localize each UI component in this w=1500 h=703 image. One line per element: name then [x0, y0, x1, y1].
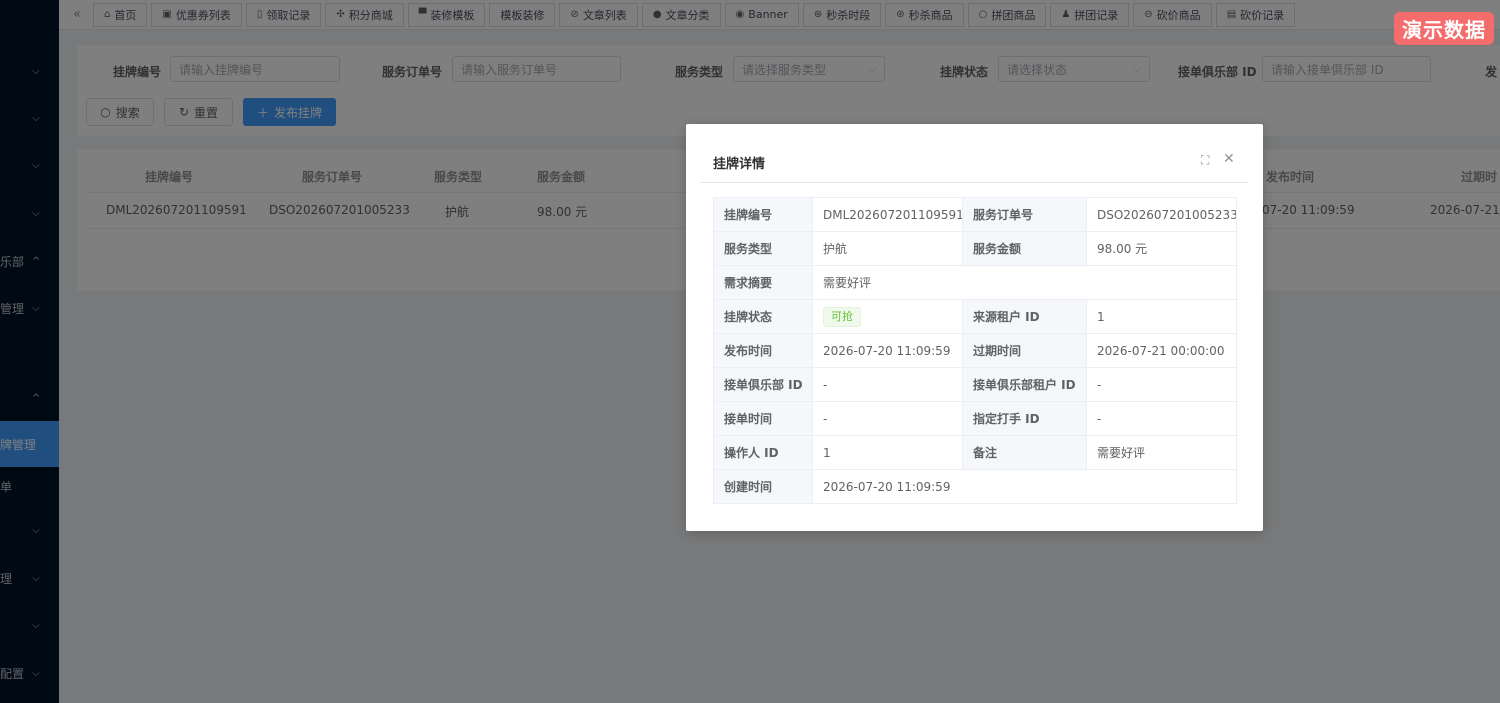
detail-row: 服务类型 护航 服务金额 98.00 元 — [713, 231, 1237, 266]
detail-key: 接单俱乐部租户 ID — [962, 367, 1087, 402]
detail-value: 2026-07-20 11:09:59 — [812, 333, 963, 368]
dialog-divider — [700, 182, 1249, 183]
detail-key: 接单俱乐部 ID — [713, 367, 813, 402]
detail-value: 1 — [812, 435, 963, 470]
detail-key: 发布时间 — [713, 333, 813, 368]
detail-row: 发布时间 2026-07-20 11:09:59 过期时间 2026-07-21 00… — [713, 333, 1237, 368]
detail-key: 操作人 ID — [713, 435, 813, 470]
detail-key: 来源租户 ID — [962, 299, 1087, 334]
detail-key: 服务类型 — [713, 231, 813, 266]
listing-detail-dialog: 挂牌详情 ⛶ ✕ 挂牌编号 DML202607201109591 服务订单号 DSO2… — [686, 124, 1263, 531]
detail-value: 可抢 — [812, 299, 963, 334]
detail-value: 2026-07-20 11:09:59 — [812, 469, 1237, 504]
detail-value: DML202607201109591 — [812, 197, 963, 232]
detail-row: 操作人 ID 1 备注 需要好评 — [713, 435, 1237, 470]
detail-key: 指定打手 ID — [962, 401, 1087, 436]
detail-row: 需求摘要 需要好评 — [713, 265, 1237, 300]
detail-value: 1 — [1086, 299, 1237, 334]
dialog-title: 挂牌详情 — [713, 157, 766, 172]
detail-row: 创建时间 2026-07-20 11:09:59 — [713, 469, 1237, 504]
detail-value: - — [1086, 367, 1237, 402]
detail-key: 挂牌状态 — [713, 299, 813, 334]
detail-key: 过期时间 — [962, 333, 1087, 368]
detail-value: 98.00 元 — [1086, 231, 1237, 266]
demo-data-badge: 演示数据 — [1394, 12, 1494, 45]
detail-value: 需要好评 — [1086, 435, 1237, 470]
status-badge: 可抢 — [823, 306, 861, 327]
detail-key: 备注 — [962, 435, 1087, 470]
close-icon[interactable]: ✕ — [1223, 151, 1235, 167]
detail-value: 需要好评 — [812, 265, 1237, 300]
detail-value: - — [812, 367, 963, 402]
detail-key: 服务订单号 — [962, 197, 1087, 232]
detail-key: 挂牌编号 — [713, 197, 813, 232]
detail-row: 挂牌状态 可抢 来源租户 ID 1 — [713, 299, 1237, 334]
detail-key: 创建时间 — [713, 469, 813, 504]
detail-key: 需求摘要 — [713, 265, 813, 300]
detail-key: 接单时间 — [713, 401, 813, 436]
detail-descriptions: 挂牌编号 DML202607201109591 服务订单号 DSO2026072010… — [713, 197, 1237, 504]
detail-value: DSO202607201005233 — [1086, 197, 1237, 232]
detail-row: 挂牌编号 DML202607201109591 服务订单号 DSO2026072010… — [713, 197, 1237, 232]
fullscreen-icon[interactable]: ⛶ — [1201, 153, 1209, 168]
detail-row: 接单俱乐部 ID - 接单俱乐部租户 ID - — [713, 367, 1237, 402]
detail-value: - — [1086, 401, 1237, 436]
detail-row: 接单时间 - 指定打手 ID - — [713, 401, 1237, 436]
detail-value: 护航 — [812, 231, 963, 266]
detail-value: 2026-07-21 00:00:00 — [1086, 333, 1237, 368]
detail-value: - — [812, 401, 963, 436]
detail-key: 服务金额 — [962, 231, 1087, 266]
